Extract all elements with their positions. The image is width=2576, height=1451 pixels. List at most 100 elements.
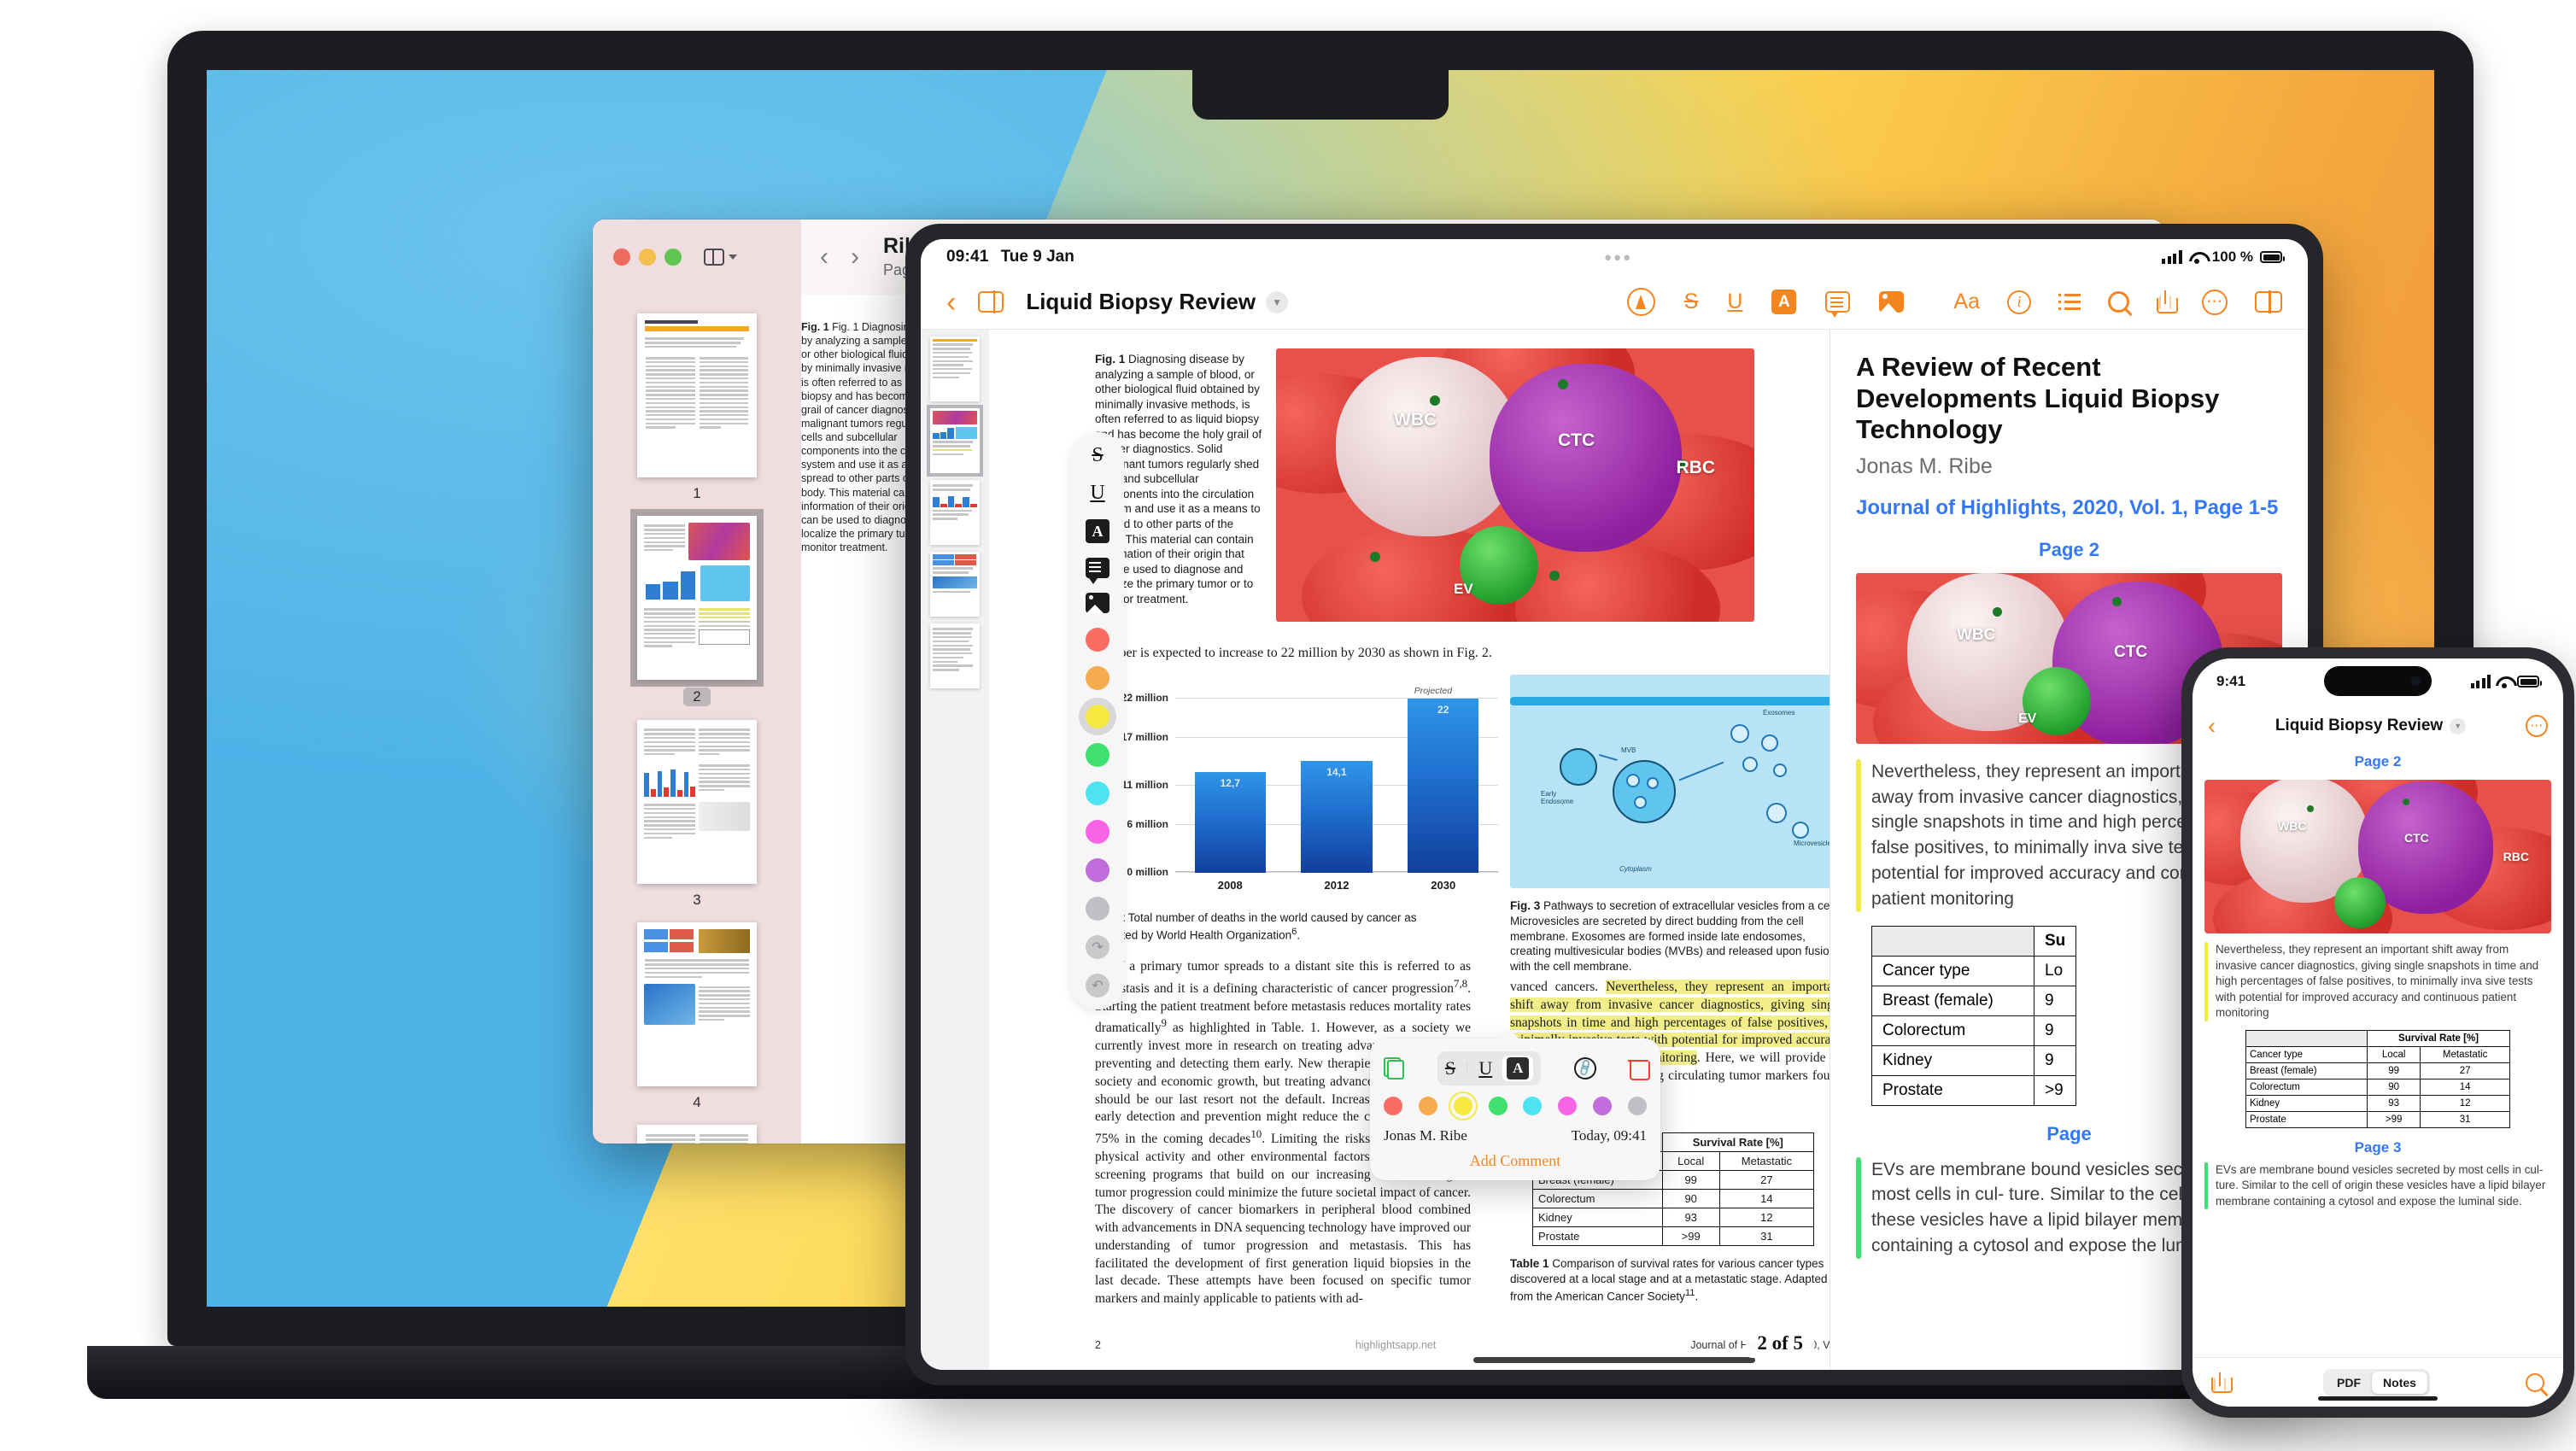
more-options-icon[interactable]: ⋯ — [2202, 289, 2228, 315]
page-thumbnail[interactable] — [637, 720, 757, 884]
thumbnail-item[interactable]: 3 — [593, 710, 801, 912]
navigation-arrows[interactable]: ‹ › — [820, 243, 859, 272]
color-dot-purple[interactable] — [1593, 1097, 1613, 1115]
note-color-bar — [2204, 1161, 2208, 1209]
thumbnail-item[interactable]: 2 — [593, 506, 801, 710]
popup-underline-button[interactable]: U — [1478, 1057, 1492, 1079]
annotation-popup[interactable]: S | U A 🔗 Jonas M. Ribe Today, 09:41 Add… — [1370, 1028, 1660, 1180]
vtool-color-green[interactable] — [1086, 743, 1109, 767]
vtool-text[interactable]: A — [1086, 519, 1109, 543]
page-thumbnail-selected[interactable] — [630, 509, 764, 687]
table-cell: 9 — [2033, 1044, 2077, 1076]
thumbnail-sidebar[interactable]: 1 2 3 4 — [593, 295, 801, 1144]
page-thumbnail[interactable] — [930, 623, 980, 688]
iphone-device: 9:41 ‹ Liquid Biopsy Review ▼ ⋯ Page 2 W… — [2181, 647, 2574, 1418]
segment-notes[interactable]: Notes — [2372, 1371, 2427, 1394]
page-thumbnail-selected[interactable] — [927, 405, 983, 477]
vtool-color-cyan[interactable] — [1086, 781, 1109, 805]
text-highlight-button[interactable]: A — [1771, 290, 1797, 314]
search-icon[interactable] — [2526, 1372, 2544, 1392]
table-cell: Kidney — [1532, 1208, 1663, 1227]
page-thumbnail[interactable] — [930, 552, 980, 617]
back-button[interactable]: ‹ — [946, 288, 956, 317]
page-thumbnail[interactable] — [930, 336, 980, 401]
page-thumbnail[interactable] — [637, 313, 757, 477]
highlight-note-item[interactable]: Nevertheless, they represent an importan… — [2204, 942, 2551, 1021]
color-dot-magenta[interactable] — [1558, 1097, 1578, 1115]
delete-icon[interactable] — [1627, 1058, 1650, 1080]
image-icon[interactable] — [1879, 291, 1905, 313]
popup-text-button[interactable]: A — [1507, 1057, 1530, 1079]
split-view-icon[interactable] — [2255, 290, 2282, 313]
ipad-thumbnail-strip[interactable] — [921, 330, 989, 1370]
vtool-color-grey[interactable] — [1086, 897, 1109, 921]
color-dot-grey[interactable] — [1627, 1097, 1647, 1115]
figure-1-image: WBC CTC RBC EV — [1276, 348, 1754, 622]
font-size-button[interactable]: Aa — [1953, 290, 1980, 314]
close-button[interactable] — [613, 249, 630, 266]
color-dot-red[interactable] — [1384, 1097, 1402, 1115]
add-comment-button[interactable]: Add Comment — [1384, 1152, 1647, 1170]
thumbnail-item[interactable]: 1 — [593, 303, 801, 506]
ipad-screen: 09:41 Tue 9 Jan ●●● 100 % ‹ Liquid Biops… — [921, 239, 2308, 1370]
table-cell: >9 — [2033, 1074, 2077, 1106]
view-mode-segment[interactable]: PDF Notes — [2323, 1368, 2430, 1396]
color-dot-orange[interactable] — [1418, 1097, 1437, 1115]
vtool-comment-icon[interactable] — [1086, 558, 1109, 584]
ipad-pdf-page[interactable]: Fig. 1 Diagnosing disease by analyzing a… — [989, 330, 1830, 1370]
table-1-label: Table 1 — [1510, 1257, 1549, 1270]
back-button[interactable]: ‹ — [820, 243, 828, 272]
vtool-color-magenta[interactable] — [1086, 820, 1109, 844]
info-icon[interactable]: i — [2007, 290, 2031, 314]
more-options-icon[interactable]: ⋯ — [2526, 715, 2548, 737]
share-icon[interactable] — [2211, 1372, 2233, 1393]
sidebar-toggle-button[interactable] — [704, 249, 737, 266]
traffic-lights[interactable] — [613, 249, 682, 266]
vtool-color-purple[interactable] — [1086, 858, 1109, 882]
back-button[interactable]: ‹ — [2208, 714, 2216, 738]
popup-strikethrough-button[interactable]: S — [1445, 1057, 1455, 1079]
page-thumbnail[interactable] — [637, 1125, 757, 1144]
figure-2-chart: 22 million 17 million 11 million 6 milli… — [1102, 685, 1503, 898]
highlight-note-item-2[interactable]: EVs are membrane bound vesicles secreted… — [2204, 1161, 2551, 1209]
segment-pdf[interactable]: PDF — [2326, 1372, 2372, 1394]
minimize-button[interactable] — [639, 249, 656, 266]
maximize-button[interactable] — [664, 249, 682, 266]
chevron-down-icon[interactable]: ▼ — [1266, 290, 1289, 313]
vtool-image-icon[interactable] — [1086, 593, 1109, 613]
popup-text-button-wrap[interactable]: A — [1502, 1056, 1534, 1081]
chart-bar-value: 12,7 — [1220, 777, 1240, 790]
color-dot-yellow[interactable] — [1453, 1097, 1472, 1115]
color-dot-cyan[interactable] — [1523, 1097, 1543, 1115]
sidebar-icon[interactable] — [978, 290, 1004, 313]
window-controls-area — [593, 219, 801, 295]
forward-button[interactable]: › — [851, 243, 859, 272]
pen-tool-button[interactable] — [1626, 288, 1655, 316]
outline-list-icon[interactable] — [2058, 293, 2081, 311]
chevron-down-icon[interactable]: ▼ — [2450, 717, 2467, 734]
share-icon[interactable] — [2157, 290, 2178, 313]
redo-icon[interactable]: ↷ — [1086, 935, 1109, 959]
thumbnail-item[interactable]: 5 — [593, 1115, 801, 1144]
strikethrough-button[interactable]: S — [1684, 290, 1699, 314]
vtool-color-orange[interactable] — [1086, 666, 1109, 690]
vtool-strikethrough[interactable]: S — [1092, 444, 1103, 467]
vtool-color-red[interactable] — [1086, 628, 1109, 652]
underline-button[interactable]: U — [1727, 290, 1742, 314]
vtool-underline[interactable]: U — [1090, 482, 1104, 505]
page-section-label-2: Page 3 — [2354, 1138, 2402, 1156]
search-icon[interactable] — [2108, 291, 2129, 313]
comment-icon[interactable] — [1825, 291, 1851, 318]
copy-icon[interactable] — [1384, 1057, 1404, 1079]
sidebar-icon — [704, 249, 724, 266]
color-dot-green[interactable] — [1488, 1097, 1508, 1115]
iphone-nav-bar: ‹ Liquid Biopsy Review ▼ ⋯ — [2193, 705, 2563, 747]
link-icon[interactable]: 🔗 — [1570, 1053, 1601, 1084]
early-endosome — [1560, 748, 1597, 786]
undo-icon[interactable]: ↶ — [1086, 974, 1109, 998]
page-thumbnail[interactable] — [637, 922, 757, 1086]
thumbnail-item[interactable]: 4 — [593, 912, 801, 1115]
vertical-tool-palette[interactable]: S U A ↷ ↶ — [1071, 432, 1124, 1009]
page-thumbnail[interactable] — [930, 480, 980, 545]
vtool-color-yellow[interactable] — [1086, 705, 1109, 728]
